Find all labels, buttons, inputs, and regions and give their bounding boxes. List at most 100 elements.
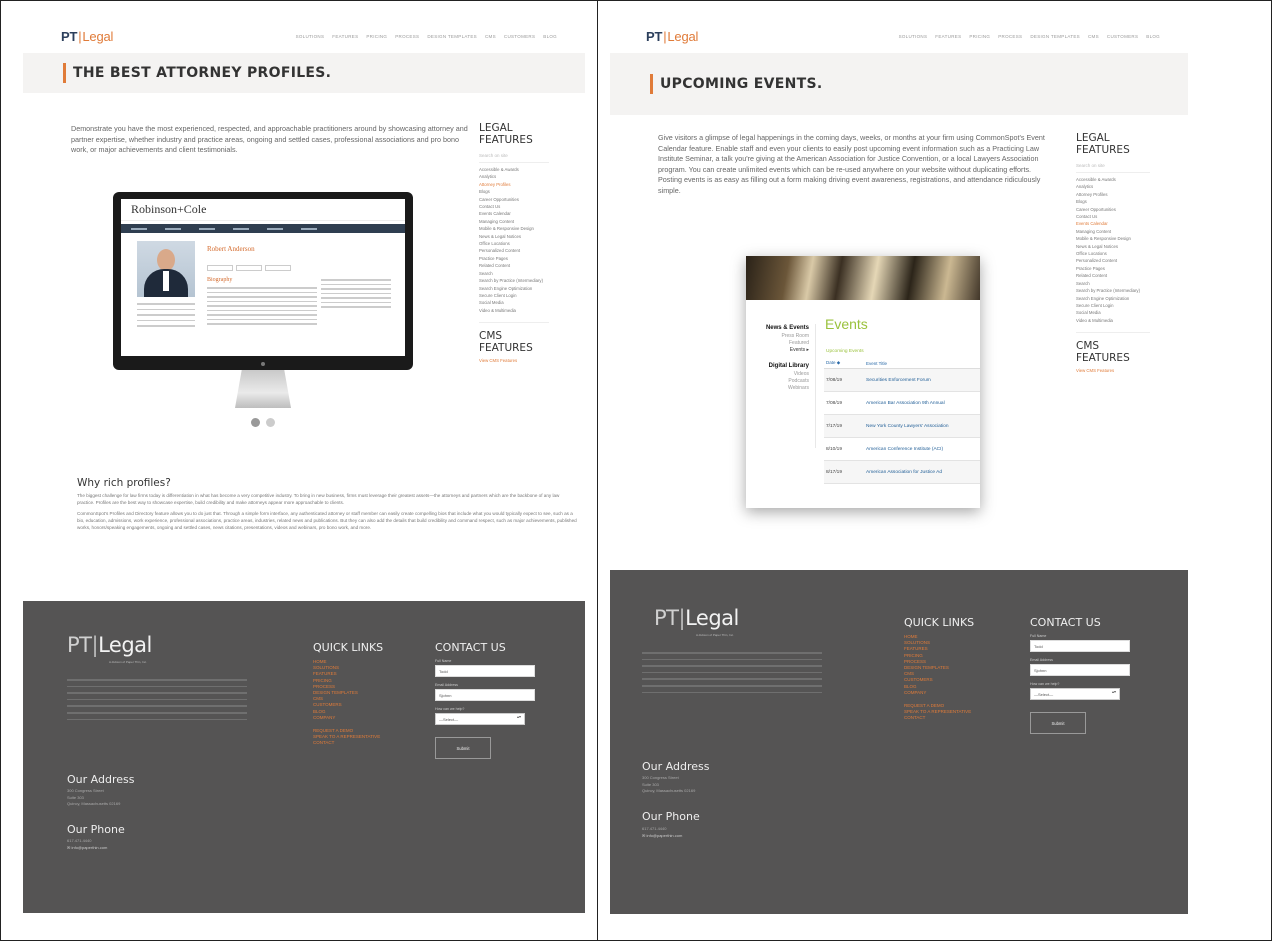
feature-link[interactable]: Practice Pages xyxy=(1076,265,1150,272)
contact-link[interactable]: Contact xyxy=(313,740,380,746)
sidebar-search-input[interactable]: Search on site xyxy=(479,149,549,163)
nav-link-design-templates[interactable]: Design Templates xyxy=(427,34,477,39)
nav-link-pricing[interactable]: Pricing xyxy=(969,34,990,39)
nav-link-customers[interactable]: Customers xyxy=(504,34,535,39)
feature-link[interactable]: Search by Practice (Intermediary) xyxy=(1076,287,1150,294)
email-link[interactable]: ✉ info@paperthin.com xyxy=(642,833,682,840)
feature-link[interactable]: Search Engine Optimization xyxy=(479,285,549,292)
table-row[interactable]: 7/08/19 Securities Enforcement Forum xyxy=(824,369,980,392)
feature-link[interactable]: Attorney Profiles xyxy=(1076,191,1150,198)
pt-legal-logo[interactable]: PT|Legal xyxy=(646,29,698,44)
nav-link-customers[interactable]: Customers xyxy=(1107,34,1138,39)
help-select[interactable]: —Select— xyxy=(435,713,525,725)
feature-link[interactable]: Search xyxy=(479,270,549,277)
email-input[interactable]: Sjohnn xyxy=(435,689,535,701)
our-phone-heading: Our Phone xyxy=(642,810,700,823)
feature-link[interactable]: News & Legal Notices xyxy=(1076,243,1150,250)
feature-link[interactable]: Accessible & Awards xyxy=(479,166,549,173)
table-row[interactable]: 7/17/19 New York County Lawyers' Associat… xyxy=(824,415,980,438)
nav-link-design-templates[interactable]: Design Templates xyxy=(1030,34,1080,39)
feature-link[interactable]: Search by Practice (Intermediary) xyxy=(479,277,549,284)
nav-link-cms[interactable]: CMS xyxy=(1088,34,1099,39)
feature-link[interactable]: Career Opportunities xyxy=(479,196,549,203)
nav-link-solutions[interactable]: Solutions xyxy=(899,34,928,39)
contact-link[interactable]: Contact xyxy=(904,715,971,721)
feature-link[interactable]: Events Calendar xyxy=(479,210,549,217)
feature-link[interactable]: Secure Client Login xyxy=(479,292,549,299)
feature-link[interactable]: Office Locations xyxy=(1076,250,1150,257)
videos-link[interactable]: Videos xyxy=(746,371,815,378)
full-name-input[interactable]: Todd xyxy=(435,665,535,677)
feature-link[interactable]: Career Opportunities xyxy=(1076,206,1150,213)
nav-link-cms[interactable]: CMS xyxy=(485,34,496,39)
date-column-header[interactable]: Date ◆ xyxy=(824,360,866,366)
nav-link-features[interactable]: Features xyxy=(332,34,358,39)
news-events-link[interactable]: News & Events xyxy=(746,324,815,333)
feature-link[interactable]: Video & Multimedia xyxy=(1076,317,1150,324)
feature-link[interactable]: Personalized Content xyxy=(479,247,549,254)
feature-link[interactable]: Social Media xyxy=(479,299,549,306)
sort-icon: ◆ xyxy=(836,360,841,365)
nav-link-process[interactable]: Process xyxy=(998,34,1022,39)
submit-button[interactable]: Submit xyxy=(435,737,491,759)
digital-library-link[interactable]: Digital Library xyxy=(746,362,815,371)
site-footer: PT|Legal A division of Paper Thin, Inc. … xyxy=(23,601,585,913)
feature-link[interactable]: Contact Us xyxy=(479,203,549,210)
address-block: 300 Congress Street Suite 303 Quincy, Mass… xyxy=(67,788,121,806)
carousel-dot-2[interactable] xyxy=(266,418,275,427)
feature-link[interactable]: Social Media xyxy=(1076,309,1150,316)
table-row[interactable]: 7/08/19 American Bar Association 9th Annu… xyxy=(824,392,980,415)
feature-link[interactable]: Personalized Content xyxy=(1076,257,1150,264)
feature-link[interactable]: Practice Pages xyxy=(479,255,549,262)
full-name-input[interactable]: Todd xyxy=(1030,640,1130,652)
feature-link[interactable]: News & Legal Notices xyxy=(479,233,549,240)
view-cms-features-link[interactable]: View CMS Features xyxy=(479,358,549,363)
view-cms-features-link[interactable]: View CMS Features xyxy=(1076,368,1150,373)
title-column-header[interactable]: Event Title xyxy=(866,361,887,366)
events-link[interactable]: Events ▸ xyxy=(746,347,815,354)
feature-link[interactable]: Search xyxy=(1076,280,1150,287)
pt-legal-logo[interactable]: PT|Legal xyxy=(61,29,113,44)
nav-link-process[interactable]: Process xyxy=(395,34,419,39)
feature-link[interactable]: Contact Us xyxy=(1076,213,1150,220)
feature-link[interactable]: Video & Multimedia xyxy=(479,307,549,314)
nav-link-features[interactable]: Features xyxy=(935,34,961,39)
table-row[interactable]: 8/10/19 American Conference Institute (AC… xyxy=(824,438,980,461)
submit-button[interactable]: Submit xyxy=(1030,712,1086,734)
nav-link-pricing[interactable]: Pricing xyxy=(366,34,387,39)
upcoming-events-page: PT|Legal Solutions Features Pricing Proc… xyxy=(610,19,1188,914)
feature-link[interactable]: Secure Client Login xyxy=(1076,302,1150,309)
feature-link[interactable]: Mobile & Responsive Design xyxy=(1076,235,1150,242)
feature-link-active[interactable]: Attorney Profiles xyxy=(479,181,549,188)
feature-link[interactable]: Managing Content xyxy=(1076,228,1150,235)
help-select[interactable]: —Select— xyxy=(1030,688,1120,700)
legal-features-sidebar: LEGAL FEATURES Search on site Accessible … xyxy=(1076,132,1150,373)
press-room-link[interactable]: Press Room xyxy=(746,333,815,340)
featured-link[interactable]: Featured xyxy=(746,340,815,347)
feature-link[interactable]: Mobile & Responsive Design xyxy=(479,225,549,232)
feature-link[interactable]: Related Content xyxy=(479,262,549,269)
feature-link[interactable]: Accessible & Awards xyxy=(1076,176,1150,183)
carousel-dot-1[interactable] xyxy=(251,418,260,427)
nav-link-blog[interactable]: Blog xyxy=(1146,34,1160,39)
sidebar-search-input[interactable]: Search on site xyxy=(1076,159,1150,173)
feature-link[interactable]: Office Locations xyxy=(479,240,549,247)
events-table-header: Date ◆ Event Title xyxy=(824,358,980,369)
feature-link[interactable]: Blogs xyxy=(1076,198,1150,205)
podcasts-link[interactable]: Podcasts xyxy=(746,378,815,385)
feature-link-active[interactable]: Events Calendar xyxy=(1076,220,1150,227)
building-photo xyxy=(746,256,980,300)
feature-link[interactable]: Managing Content xyxy=(479,218,549,225)
attorney-photo xyxy=(137,241,195,297)
feature-link[interactable]: Analytics xyxy=(479,173,549,180)
webinars-link[interactable]: Webinars xyxy=(746,385,815,392)
nav-link-solutions[interactable]: Solutions xyxy=(296,34,325,39)
email-link[interactable]: ✉ info@paperthin.com xyxy=(67,845,107,852)
feature-link[interactable]: Related Content xyxy=(1076,272,1150,279)
table-row[interactable]: 8/17/19 American Association for Justice … xyxy=(824,461,980,484)
feature-link[interactable]: Search Engine Optimization xyxy=(1076,295,1150,302)
feature-link[interactable]: Analytics xyxy=(1076,183,1150,190)
feature-link[interactable]: Blogs xyxy=(479,188,549,195)
email-input[interactable]: Sjohnn xyxy=(1030,664,1130,676)
nav-link-blog[interactable]: Blog xyxy=(543,34,557,39)
